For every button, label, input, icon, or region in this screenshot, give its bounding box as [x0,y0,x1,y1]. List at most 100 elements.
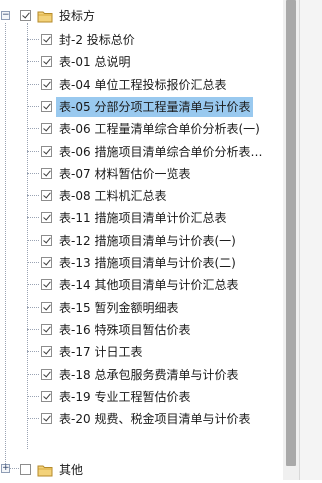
report-code: 表-15 [59,301,91,315]
report-code: 表-20 [59,412,91,426]
tree-item[interactable]: 表-16 特殊项目暂估价表 [0,319,282,341]
tree-item-label: 表-07 材料暂估价一览表 [56,164,193,184]
folder-icon [37,11,53,23]
tree-item[interactable]: 表-13 措施项目清单与计价表(二) [0,252,282,274]
tree-item-label: 表-12 措施项目清单与计价表(一) [56,231,239,251]
report-name: 暂列金额明细表 [94,301,179,315]
item-checkbox[interactable] [41,101,52,112]
tree-item-label: 表-19 专业工程暂估价表 [56,387,193,407]
item-checkbox[interactable] [41,190,52,201]
tree-item-label: 表-11 措施项目清单计价汇总表 [56,208,229,228]
tree-item[interactable]: 表-01 总说明 [0,51,282,73]
item-checkbox[interactable] [41,324,52,335]
item-checkbox[interactable] [41,146,52,157]
tree-line-branch [27,106,39,107]
item-checkbox[interactable] [41,369,52,380]
tree-item[interactable]: 表-04 单位工程投标报价汇总表 [0,74,282,96]
tree-item-label: 封-2 投标总价 [56,30,138,50]
other-checkbox[interactable] [20,464,31,475]
tree-item[interactable]: 表-07 材料暂估价一览表 [0,163,282,185]
tree-line-branch [27,173,39,174]
tree-line-branch [27,307,39,308]
item-checkbox[interactable] [41,79,52,90]
report-name: 分部分项工程量清单与计价表 [94,100,251,114]
report-name: 单位工程投标报价汇总表 [94,78,227,92]
report-name: 投标总价 [86,33,135,47]
tree-item[interactable]: 表-20 规费、税金项目清单与计价表 [0,408,282,430]
item-checkbox[interactable] [41,257,52,268]
expander-glyph: + [2,463,10,473]
tree-item-label: 表-05 分部分项工程量清单与计价表 [56,97,254,117]
tree-line-branch [27,351,39,352]
item-checkbox[interactable] [41,235,52,246]
tree-item[interactable]: 封-2 投标总价 [0,29,282,51]
tree-item[interactable]: 表-19 专业工程暂估价表 [0,386,282,408]
report-code: 表-16 [59,323,91,337]
report-code: 封-2 [59,33,83,47]
expand-toggle-icon[interactable]: + [1,464,10,473]
tree-node-root[interactable]: − 投标方 [0,5,282,27]
tree-line-branch [27,240,39,241]
report-name: 总承包服务费清单与计价表 [94,368,239,382]
tree-item[interactable]: 表-06 工程量清单综合单价分析表(一) [0,118,282,140]
item-checkbox[interactable] [41,212,52,223]
report-code: 表-06 [59,145,91,159]
tree-line-branch [27,418,39,419]
report-name: 总说明 [94,55,131,69]
item-checkbox[interactable] [41,302,52,313]
tree-line-branch [27,195,39,196]
tree-line-branch [27,329,39,330]
report-name: 措施项目清单与计价表(二) [94,256,236,270]
item-checkbox[interactable] [41,391,52,402]
item-checkbox[interactable] [41,279,52,290]
tree-line-branch [27,374,39,375]
tree-item-label: 表-18 总承包服务费清单与计价表 [56,365,241,385]
report-code: 表-18 [59,368,91,382]
collapse-toggle-icon[interactable]: − [1,11,10,20]
tree-line-branch [27,396,39,397]
report-name: 计日工表 [94,345,143,359]
tree-line-branch [27,217,39,218]
tree-item-label: 表-04 单位工程投标报价汇总表 [56,75,229,95]
report-code: 表-06 [59,122,91,136]
report-name: 措施项目清单计价汇总表 [94,211,227,225]
tree-item[interactable]: 表-05 分部分项工程量清单与计价表 [0,96,282,118]
tree-item-label: 表-16 特殊项目暂估价表 [56,320,193,340]
vertical-scrollbar[interactable] [283,0,299,480]
tree-item[interactable]: 表-17 计日工表 [0,341,282,363]
root-checkbox[interactable] [20,10,31,21]
tree-item[interactable]: 表-14 其他项目清单与计价汇总表 [0,274,282,296]
tree-root-label: 投标方 [59,9,96,23]
tree-line-branch [27,61,39,62]
tree-item-label: 表-06 措施项目清单综合单价分析表… [56,142,265,162]
tree-item[interactable]: 表-18 总承包服务费清单与计价表 [0,364,282,386]
tree-item[interactable]: 表-15 暂列金额明细表 [0,297,282,319]
expander-glyph: − [2,10,10,20]
report-name: 措施项目清单与计价表(一) [94,234,236,248]
item-checkbox[interactable] [41,413,52,424]
tree-item[interactable]: 表-11 措施项目清单计价汇总表 [0,207,282,229]
report-tree: − 投标方 封-2 投标总价 表-01 总说明 表-04 单位工程投标报价汇总表 表-… [0,0,282,480]
report-code: 表-13 [59,256,91,270]
tree-other-label: 其他 [59,463,84,477]
item-checkbox[interactable] [41,56,52,67]
report-name: 工程量清单综合单价分析表(一) [94,122,260,136]
item-checkbox[interactable] [41,168,52,179]
report-code: 表-08 [59,189,91,203]
tree-item-label: 表-06 工程量清单综合单价分析表(一) [56,119,263,139]
side-panel-edge [299,0,322,480]
tree-item-label: 表-08 工料机汇总表 [56,186,169,206]
tree-item[interactable]: 表-12 措施项目清单与计价表(一) [0,230,282,252]
tree-item-label: 表-20 规费、税金项目清单与计价表 [56,409,253,429]
tree-line-branch [27,128,39,129]
scrollbar-thumb[interactable] [286,0,296,466]
item-checkbox[interactable] [41,123,52,134]
report-name: 材料暂估价一览表 [94,167,191,181]
tree-item[interactable]: 表-08 工料机汇总表 [0,185,282,207]
tree-item-label: 表-01 总说明 [56,52,133,72]
item-checkbox[interactable] [41,34,52,45]
tree-item[interactable]: 表-06 措施项目清单综合单价分析表… [0,141,282,163]
item-checkbox[interactable] [41,346,52,357]
tree-line-branch [27,39,39,40]
report-name: 特殊项目暂估价表 [94,323,191,337]
